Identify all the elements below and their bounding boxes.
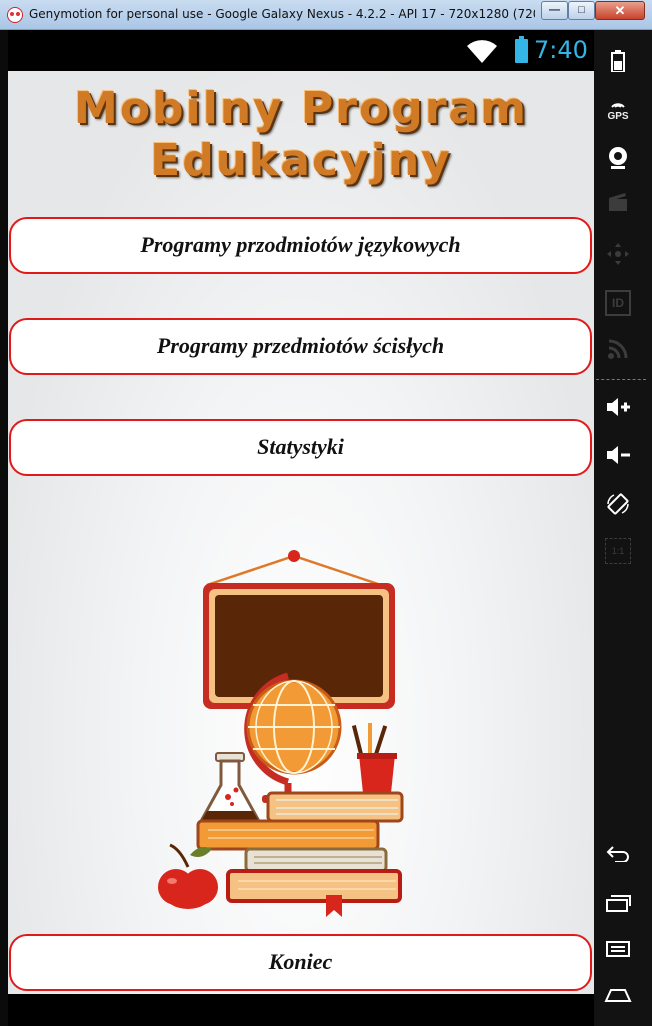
gps-tool-button[interactable]: GPS bbox=[594, 98, 642, 122]
close-button[interactable]: ✕ bbox=[595, 1, 645, 20]
app-title-line-1: Mobilny Program bbox=[74, 83, 528, 134]
battery-tool-button[interactable] bbox=[594, 50, 642, 78]
gps-icon bbox=[611, 103, 625, 108]
flask-icon bbox=[197, 752, 263, 825]
menu-button[interactable] bbox=[594, 940, 642, 964]
home-icon bbox=[604, 989, 632, 1002]
rotate-button[interactable] bbox=[594, 492, 642, 522]
volume-up-icon bbox=[607, 398, 630, 416]
status-bar: 7:40 bbox=[8, 30, 594, 71]
app-screen: Mobilny Program Edukacyjny Programy przo… bbox=[8, 71, 594, 994]
recent-apps-button[interactable] bbox=[594, 894, 642, 918]
maximize-button[interactable]: □ bbox=[568, 1, 595, 20]
back-icon bbox=[606, 846, 629, 863]
menu-icon bbox=[606, 941, 630, 957]
rss-icon bbox=[608, 339, 628, 359]
gps-label: GPS bbox=[607, 111, 629, 122]
window-title-bar: Genymotion for personal use - Google Gal… bbox=[0, 0, 652, 30]
volume-up-button[interactable] bbox=[594, 396, 642, 424]
id-icon: ID bbox=[605, 290, 631, 316]
app-title-line-2: Edukacyjny bbox=[150, 135, 452, 186]
android-nav-bar bbox=[8, 994, 594, 1026]
battery-icon bbox=[515, 36, 528, 63]
dpad-icon bbox=[607, 243, 629, 265]
camera-tool-button[interactable] bbox=[594, 146, 642, 176]
scale-button[interactable]: 1:1 bbox=[594, 538, 642, 564]
window-title: Genymotion for personal use - Google Gal… bbox=[29, 7, 535, 21]
globe-icon bbox=[244, 672, 342, 803]
battery-icon bbox=[611, 50, 625, 73]
scale-label: 1:1 bbox=[611, 546, 625, 556]
recent-apps-icon bbox=[606, 895, 631, 912]
apple-icon bbox=[158, 843, 218, 909]
genymotion-logo-icon bbox=[7, 7, 23, 23]
volume-down-icon bbox=[607, 446, 630, 464]
close-icon: ✕ bbox=[614, 3, 626, 18]
id-label: ID bbox=[612, 296, 624, 310]
rotate-icon bbox=[607, 493, 629, 515]
maximize-icon: □ bbox=[578, 4, 585, 16]
home-button[interactable] bbox=[594, 986, 642, 1009]
volume-down-button[interactable] bbox=[594, 444, 642, 472]
wifi-icon bbox=[467, 40, 497, 63]
pencil-cup-icon bbox=[351, 723, 397, 793]
id-tool-button[interactable]: ID bbox=[594, 290, 642, 316]
exit-button[interactable]: Koniec bbox=[9, 934, 592, 991]
education-illustration bbox=[158, 550, 404, 917]
rss-tool-button[interactable] bbox=[594, 338, 642, 366]
status-clock: 7:40 bbox=[534, 36, 588, 64]
media-tool-button[interactable] bbox=[594, 192, 642, 218]
app-title: Mobilny Program Edukacyjny bbox=[8, 83, 594, 187]
toolbar-divider bbox=[596, 379, 646, 380]
language-programs-button[interactable]: Programy przodmiotów językowych bbox=[9, 217, 592, 274]
device-toolbar: GPS ID 1:1 bbox=[594, 30, 652, 1026]
camera-icon bbox=[609, 147, 627, 169]
statistics-button[interactable]: Statystyki bbox=[9, 419, 592, 476]
dpad-tool-button[interactable] bbox=[594, 242, 642, 272]
minimize-button[interactable]: — bbox=[541, 1, 568, 20]
science-programs-button[interactable]: Programy przedmiotów ścisłych bbox=[9, 318, 592, 375]
clapper-icon bbox=[609, 193, 627, 211]
scale-icon: 1:1 bbox=[605, 538, 631, 564]
back-button[interactable] bbox=[594, 844, 642, 868]
minimize-icon: — bbox=[549, 4, 560, 16]
